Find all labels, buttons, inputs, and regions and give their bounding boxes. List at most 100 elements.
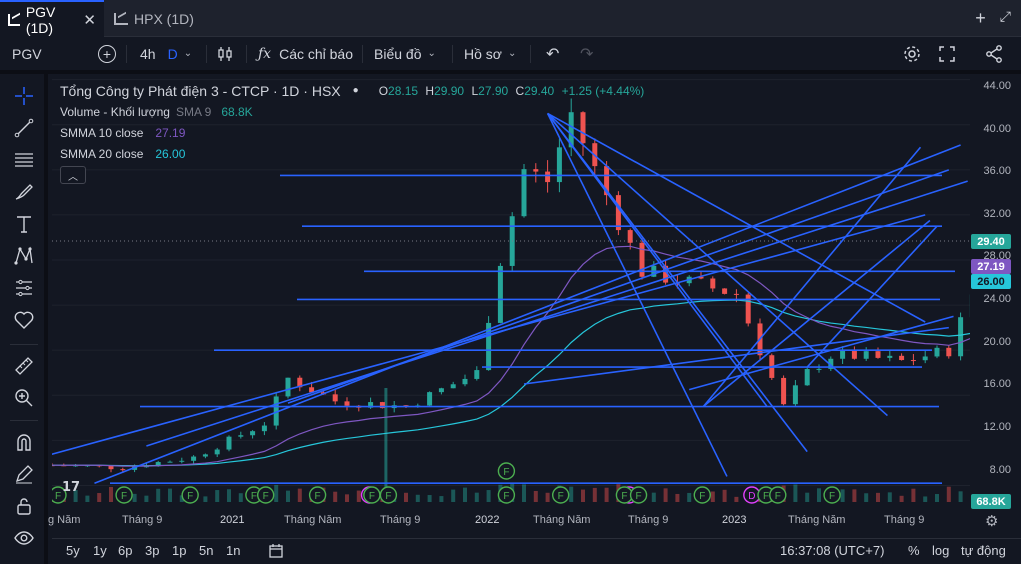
range-5d[interactable]: 5n [199, 543, 213, 558]
chevron-up-icon: ︿ [68, 171, 78, 183]
range-3m[interactable]: 3p [145, 543, 159, 558]
volume-legend[interactable]: Volume - Khối lượng SMA 9 68.8K [60, 101, 644, 122]
candle-body [191, 456, 197, 461]
compare-button[interactable]: + [98, 37, 116, 70]
chart-type-button[interactable]: Biểu đồ ⌄ [374, 37, 436, 70]
range-1m[interactable]: 1p [172, 543, 186, 558]
ruler-tool[interactable] [12, 354, 36, 378]
settings-button[interactable] [902, 37, 922, 70]
earnings-marker[interactable]: F [823, 486, 841, 504]
candle-body [545, 171, 551, 183]
fx-icon: ƒx [258, 45, 272, 62]
brush-tool[interactable] [12, 180, 36, 204]
volume-bar [427, 495, 432, 502]
range-6m[interactable]: 6p [118, 543, 132, 558]
zoom-tool[interactable] [12, 386, 36, 410]
redo-icon: ↷ [580, 45, 594, 63]
smma20-legend[interactable]: SMMA 20 close 26.00 [60, 143, 644, 164]
earnings-marker[interactable]: F [256, 486, 275, 504]
text-icon [17, 216, 31, 233]
x-tick: Tháng Năm [284, 514, 342, 526]
x-tick: g Năm [48, 514, 81, 526]
marker-label: F [121, 491, 127, 502]
volume-bar [876, 492, 880, 502]
axis-settings-icon[interactable]: ⚙ [985, 512, 998, 530]
candle-body [332, 394, 338, 402]
trendline-tool[interactable] [12, 116, 36, 140]
percent-toggle[interactable]: % [908, 543, 920, 558]
candle-body [462, 378, 468, 385]
volume-bar [840, 489, 845, 502]
candle-body [427, 392, 433, 406]
interval-button[interactable]: 4h D ⌄ [140, 37, 192, 70]
candle-body [840, 350, 846, 359]
earnings-marker[interactable]: F [693, 486, 711, 504]
smma10-legend[interactable]: SMMA 10 close 27.19 [60, 122, 644, 143]
volume-bar [533, 490, 538, 502]
redo-button[interactable]: ↷ [580, 37, 593, 70]
profile-button[interactable]: Hồ sơ ⌄ [464, 37, 516, 70]
crosshair-tool[interactable] [12, 84, 36, 108]
ruler-icon [15, 357, 33, 375]
volume-bar [286, 490, 290, 502]
volume-bar [852, 489, 857, 502]
symbol-search-button[interactable]: PGV [12, 37, 42, 70]
lock-tool[interactable] [12, 494, 36, 518]
volume-bar [333, 491, 338, 502]
clock-timezone[interactable]: 16:37:08 (UTC+7) [780, 543, 884, 558]
pattern-tool[interactable] [12, 244, 36, 268]
fib-tool[interactable] [12, 148, 36, 172]
add-tab-icon[interactable]: + [975, 8, 986, 29]
earnings-marker[interactable]: F [181, 486, 199, 504]
range-1d[interactable]: 1n [226, 543, 240, 558]
earnings-marker[interactable]: F [497, 462, 516, 480]
zoom-in-icon [15, 389, 33, 407]
pattern-icon [14, 246, 33, 265]
earnings-marker[interactable]: F [363, 486, 381, 504]
auto-toggle[interactable]: tự động [961, 543, 1006, 558]
range-5y[interactable]: 5y [66, 543, 80, 558]
candle-body [238, 435, 244, 437]
candles-style-button[interactable] [216, 37, 234, 70]
marker-label: F [775, 491, 781, 502]
undo-button[interactable]: ↶ [546, 37, 559, 70]
volume-bar [793, 484, 798, 502]
volume-bar [474, 492, 479, 502]
y-tick: 40.00 [983, 123, 1011, 135]
time-axis[interactable]: g Năm Tháng 9 2021 Tháng Năm Tháng 9 202… [48, 508, 970, 534]
collapse-legend-button[interactable]: ︿ [60, 166, 86, 184]
trendline-icon [14, 118, 34, 138]
close-icon[interactable]: ✕ [83, 11, 96, 29]
earnings-marker[interactable]: F [308, 486, 327, 504]
magnet-icon [17, 434, 31, 451]
earnings-marker[interactable]: F [497, 486, 516, 504]
text-tool[interactable] [12, 212, 36, 236]
price-axis[interactable]: 44.00 40.00 36.00 32.00 28.00 24.00 20.0… [970, 74, 1021, 508]
x-tick: Tháng Năm [533, 514, 591, 526]
visibility-tool[interactable] [12, 526, 36, 550]
fullscreen-button[interactable] [938, 37, 956, 70]
earnings-marker[interactable]: F [629, 486, 648, 504]
tradingview-logo[interactable]: 17 [62, 480, 86, 498]
earnings-marker[interactable]: F [379, 486, 398, 504]
earnings-marker[interactable]: F [551, 486, 570, 504]
prediction-tool[interactable] [12, 276, 36, 300]
tab-pgv[interactable]: PGV (1D) ✕ [0, 0, 104, 37]
earnings-marker[interactable]: F [115, 486, 133, 504]
favorites-tool[interactable] [12, 308, 36, 332]
x-tick: 2023 [722, 514, 747, 526]
prediction-icon [16, 279, 32, 297]
marker-label: D [748, 491, 755, 502]
tab-hpx[interactable]: HPX (1D) [106, 0, 202, 37]
share-button[interactable] [984, 37, 1004, 70]
range-1y[interactable]: 1y [93, 543, 107, 558]
drawing-mode-tool[interactable] [12, 462, 36, 486]
more-icon[interactable]: ● [353, 85, 359, 96]
earnings-marker[interactable]: F [769, 486, 787, 504]
indicators-button[interactable]: ƒx Các chỉ báo [258, 37, 353, 70]
goto-date-button[interactable] [268, 543, 284, 562]
log-toggle[interactable]: log [932, 543, 949, 558]
magnet-tool[interactable] [12, 430, 36, 454]
expand-icon[interactable]: ⤢ [1000, 8, 1011, 29]
symbol-title[interactable]: Tổng Công ty Phát điện 3 - CTCP · 1D · H… [60, 83, 341, 99]
